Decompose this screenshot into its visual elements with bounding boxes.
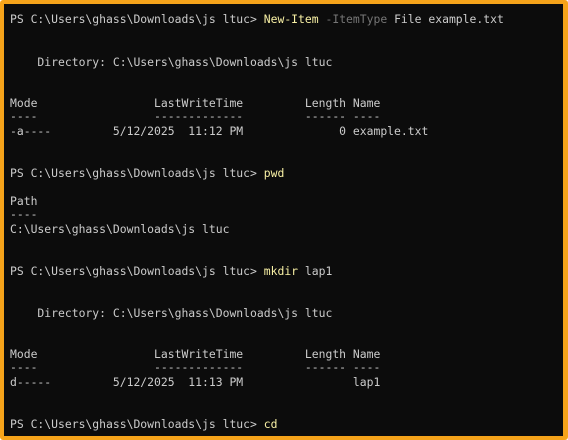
prompt: PS C:\Users\ghass\Downloads\js ltuc>: [10, 264, 264, 278]
table-header: Mode LastWriteTime Length Name: [10, 347, 381, 361]
command-args: lap1: [304, 264, 333, 278]
command-cd: cd: [263, 417, 278, 431]
command-pwd: pwd: [263, 166, 285, 180]
table-underline: ---- ------------- ------ ----: [10, 360, 381, 374]
prompt-line-mkdir: PS C:\Users\ghass\Downloads\js ltuc> mkd…: [10, 264, 332, 278]
directory-line: Directory: C:\Users\ghass\Downloads\js l…: [10, 306, 333, 320]
table-header: Mode LastWriteTime Length Name: [10, 96, 381, 110]
path-header: Path: [10, 194, 38, 208]
table-row: -a---- 5/12/2025 11:12 PM 0 example.txt: [10, 124, 429, 138]
command-args: File example.txt: [394, 12, 504, 26]
table-row: d----- 5/12/2025 11:13 PM lap1: [10, 375, 381, 389]
prompt-line-cd[interactable]: PS C:\Users\ghass\Downloads\js ltuc> cd: [10, 417, 277, 431]
prompt-line-new-item: PS C:\Users\ghass\Downloads\js ltuc> New…: [10, 12, 504, 26]
table-underline: ---- ------------- ------ ----: [10, 109, 381, 123]
prompt: PS C:\Users\ghass\Downloads\js ltuc>: [10, 166, 264, 180]
terminal-window[interactable]: PS C:\Users\ghass\Downloads\js ltuc> New…: [4, 4, 563, 436]
prompt-line-pwd: PS C:\Users\ghass\Downloads\js ltuc> pwd: [10, 166, 284, 180]
parameter-itemtype: -ItemType: [325, 12, 388, 26]
path-value: C:\Users\ghass\Downloads\js ltuc: [10, 222, 230, 236]
prompt: PS C:\Users\ghass\Downloads\js ltuc>: [10, 417, 264, 431]
directory-line: Directory: C:\Users\ghass\Downloads\js l…: [10, 55, 333, 69]
prompt: PS C:\Users\ghass\Downloads\js ltuc>: [10, 12, 264, 26]
command-mkdir: mkdir: [263, 264, 299, 278]
command-new-item: New-Item: [263, 12, 319, 26]
path-underline: ----: [10, 207, 38, 221]
